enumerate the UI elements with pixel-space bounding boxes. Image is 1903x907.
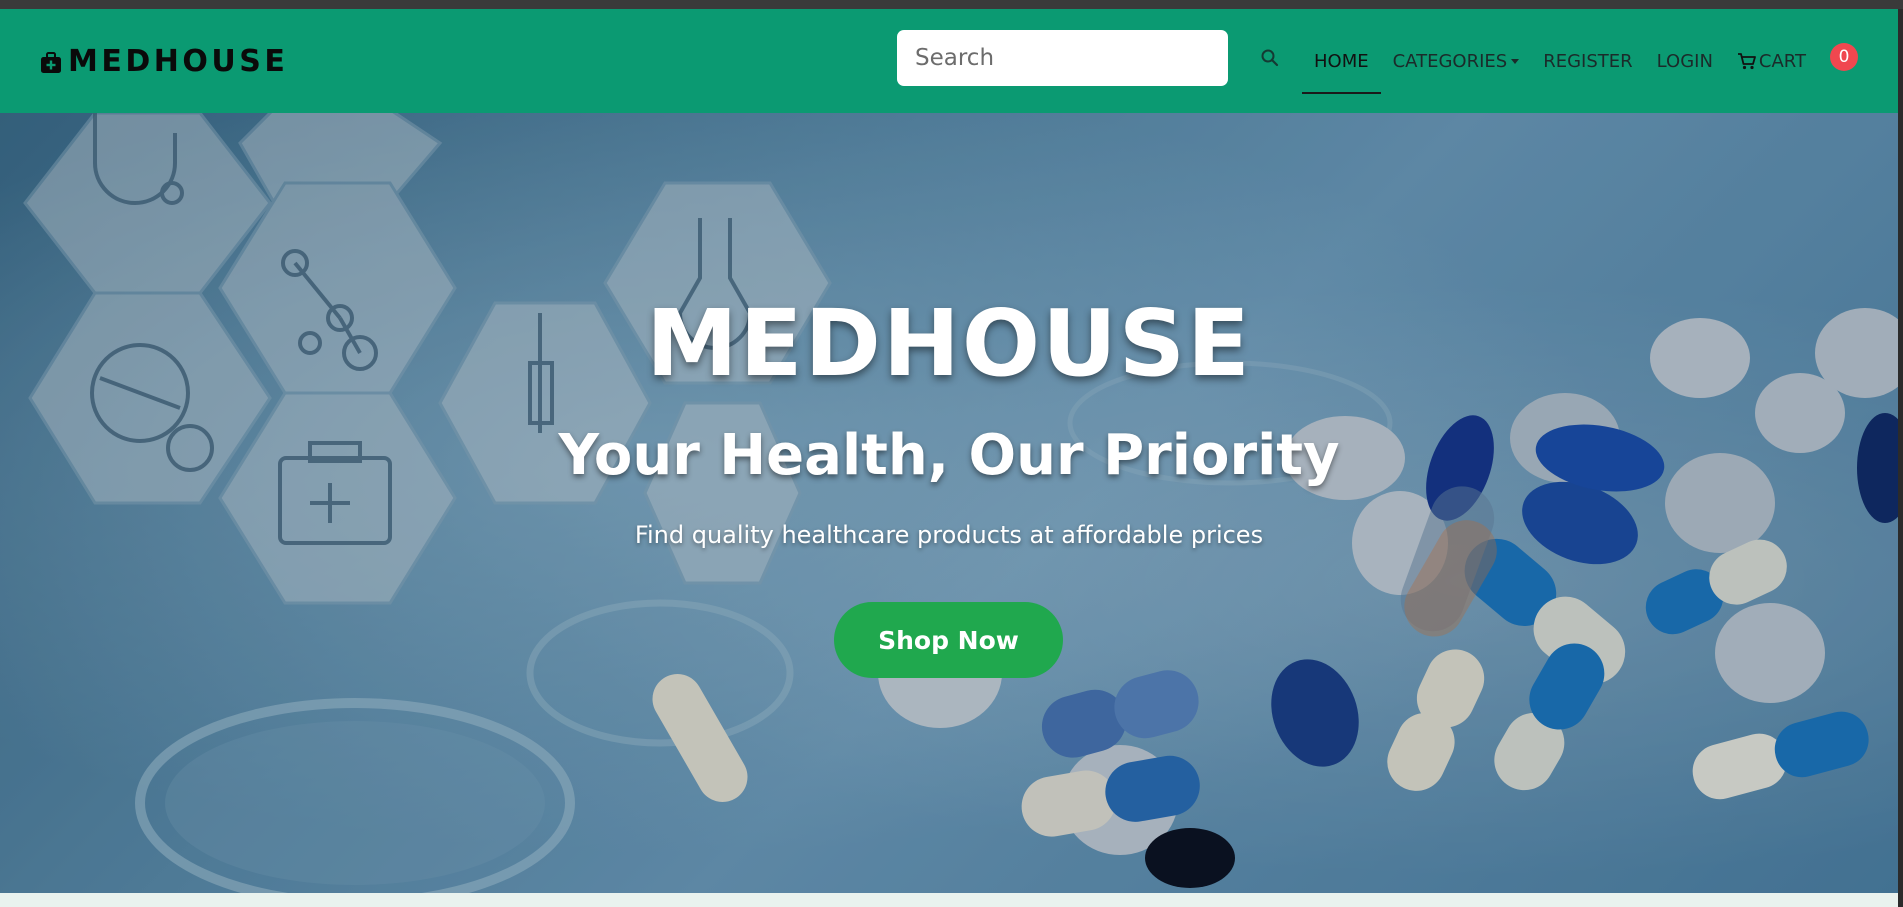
hero-content: MEDHOUSE Your Health, Our Priority Find … <box>0 113 1898 893</box>
shop-now-button[interactable]: Shop Now <box>834 602 1063 678</box>
brand-name: MEDHOUSE <box>68 43 289 79</box>
page-scrollbar[interactable] <box>1898 9 1903 899</box>
chevron-down-icon <box>1511 58 1520 64</box>
cart-icon <box>1737 52 1757 70</box>
hero-banner: MEDHOUSE Your Health, Our Priority Find … <box>0 113 1898 893</box>
hero-tagline: Find quality healthcare products at affo… <box>634 521 1264 549</box>
nav-register[interactable]: REGISTER <box>1531 9 1644 113</box>
next-section-edge <box>0 893 1898 907</box>
cart-count-badge: 0 <box>1830 43 1858 71</box>
nav-register-label: REGISTER <box>1543 50 1633 72</box>
nav-login[interactable]: LOGIN <box>1645 9 1725 113</box>
nav-login-label: LOGIN <box>1656 50 1713 72</box>
search-input[interactable] <box>897 30 1228 86</box>
nav-links: HOME CATEGORIES REGISTER LOGIN CART <box>1302 9 1818 113</box>
hero-title: MEDHOUSE <box>646 290 1252 397</box>
browser-top-strip <box>0 0 1903 9</box>
navbar: MEDHOUSE HOME CATEGORIES REGISTER LOGIN <box>0 9 1898 113</box>
hero-subtitle: Your Health, Our Priority <box>558 423 1340 488</box>
nav-cart[interactable]: CART <box>1725 9 1818 113</box>
search-icon[interactable] <box>1257 45 1283 71</box>
nav-categories-label: CATEGORIES <box>1392 50 1508 72</box>
nav-categories-dropdown[interactable]: CATEGORIES <box>1381 9 1532 113</box>
nav-cart-label: CART <box>1758 50 1806 72</box>
nav-home[interactable]: HOME <box>1302 9 1381 113</box>
medical-bag-icon <box>40 48 64 74</box>
brand-logo-link[interactable]: MEDHOUSE <box>40 9 288 113</box>
nav-home-label: HOME <box>1314 50 1369 72</box>
